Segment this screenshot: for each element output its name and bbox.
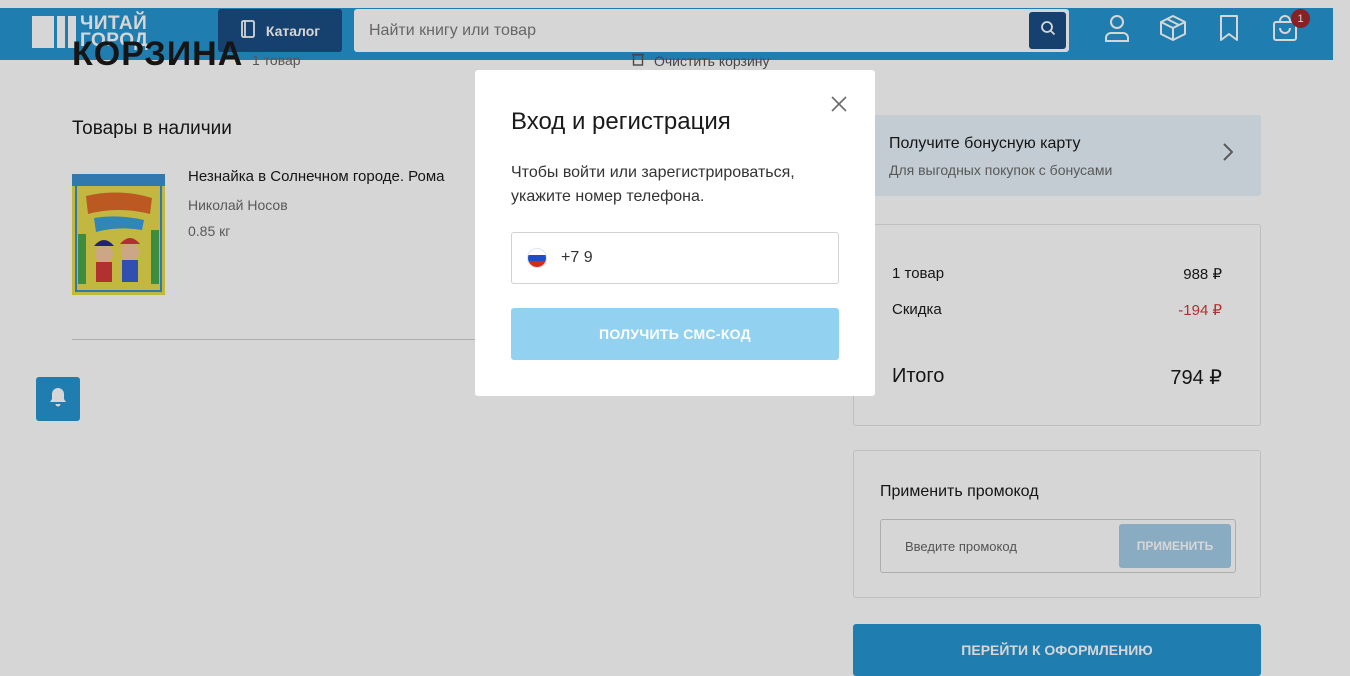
login-modal: Вход и регистрация Чтобы войти или зарег… [475, 70, 875, 396]
get-sms-code-button[interactable]: ПОЛУЧИТЬ СМС-КОД [511, 308, 839, 360]
close-icon [831, 95, 847, 117]
phone-field [511, 232, 839, 284]
close-modal-button[interactable] [829, 95, 849, 117]
russia-flag-icon [527, 248, 547, 268]
modal-title: Вход и регистрация [511, 108, 731, 135]
phone-input[interactable] [561, 234, 821, 282]
modal-description: Чтобы войти или зарегистрироваться, укаж… [511, 164, 795, 205]
